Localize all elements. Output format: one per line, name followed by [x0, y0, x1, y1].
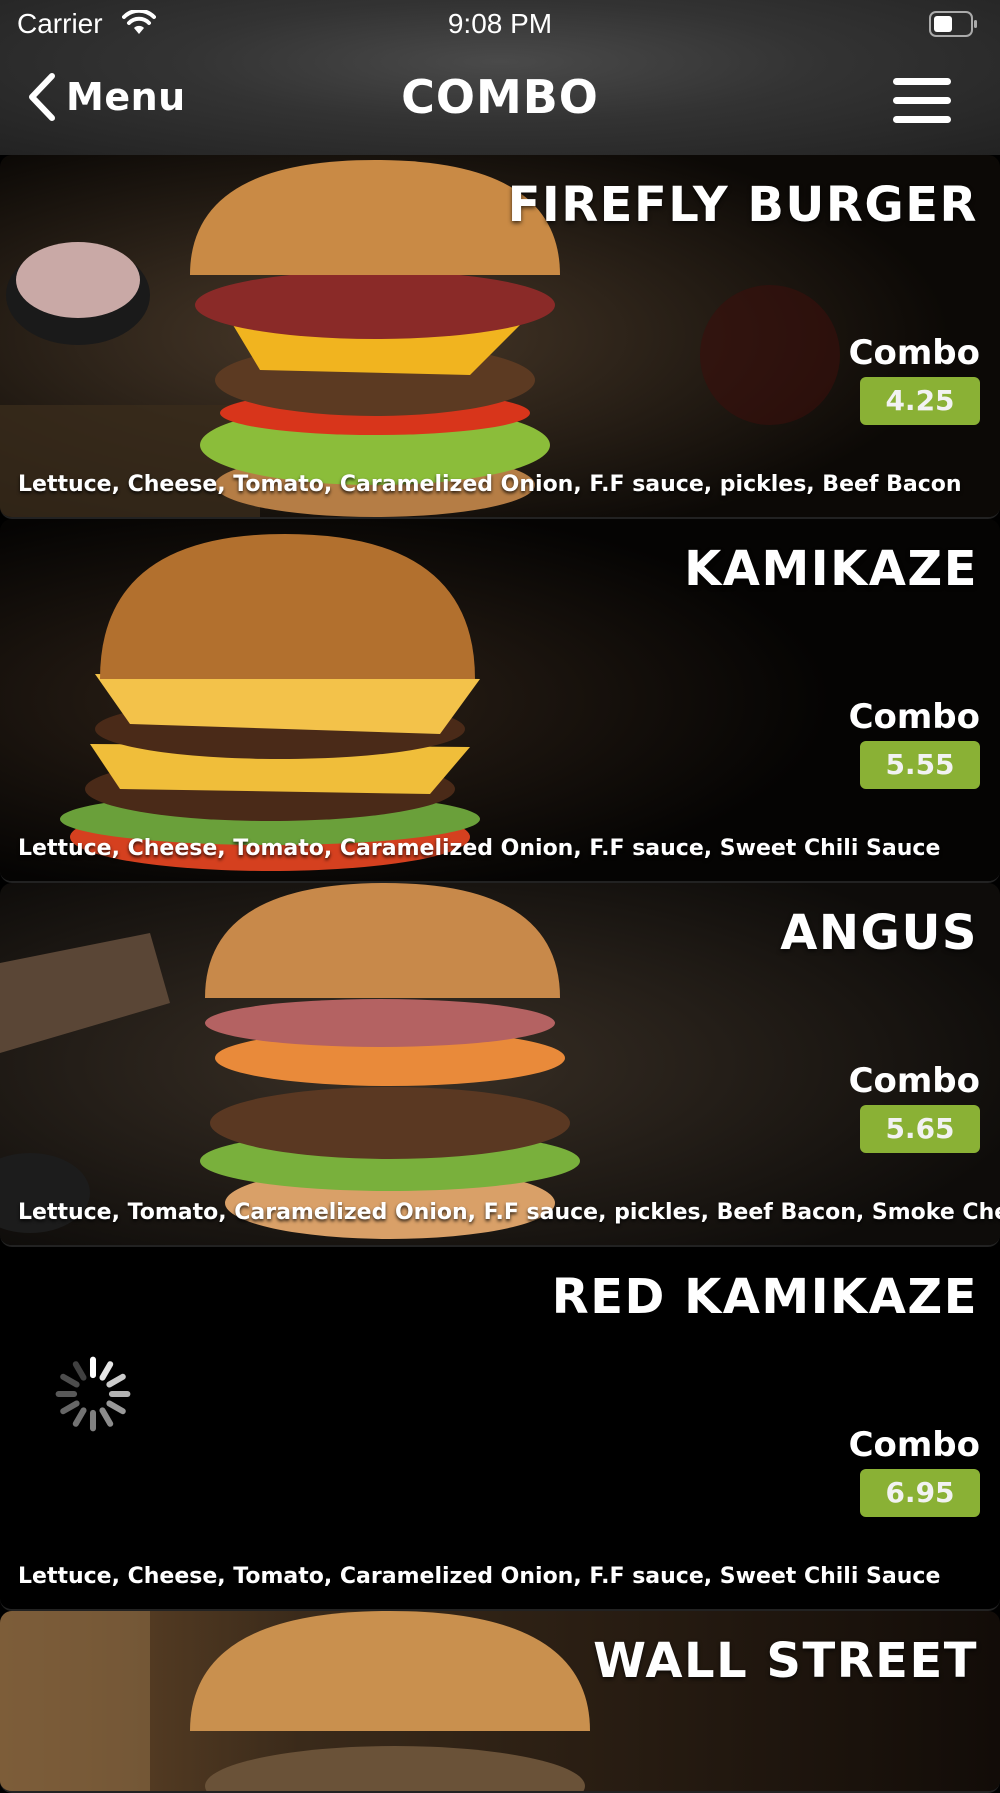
combo-label: Combo	[848, 697, 980, 737]
menu-item-card[interactable]: WALL STREET	[0, 1611, 1000, 1793]
status-bar: Carrier 9:08 PM	[0, 0, 1000, 50]
menu-item-card[interactable]: ANGUS Combo 5.65 Lettuce, Tomato, Carame…	[0, 883, 1000, 1247]
menu-list: FIREFLY BURGER Combo 4.25 Lettuce, Chees…	[0, 155, 1000, 1793]
menu-item-card[interactable]: FIREFLY BURGER Combo 4.25 Lettuce, Chees…	[0, 155, 1000, 519]
item-name: KAMIKAZE	[684, 541, 978, 597]
clock: 9:08 PM	[447, 8, 553, 39]
item-description: Lettuce, Cheese, Tomato, Caramelized Oni…	[18, 1564, 941, 1589]
top-bar: Carrier 9:08 PM Menu COMBO	[0, 0, 1000, 155]
menu-item-card[interactable]: KAMIKAZE Combo 5.55 Lettuce, Cheese, Tom…	[0, 519, 1000, 883]
menu-item-card[interactable]: RED KAMIKAZE Combo 6.95 Lettuce, Cheese,…	[0, 1247, 1000, 1611]
item-name: WALL STREET	[593, 1633, 978, 1689]
price-badge[interactable]: 4.25	[860, 377, 980, 425]
combo-label: Combo	[848, 1061, 980, 1101]
nav-bar: Menu COMBO	[0, 60, 1000, 140]
item-name: ANGUS	[780, 905, 978, 961]
price-badge[interactable]: 5.55	[860, 741, 980, 789]
item-description: Lettuce, Cheese, Tomato, Caramelized Oni…	[18, 836, 941, 861]
spinner-icon	[55, 1356, 131, 1432]
item-description: Lettuce, Tomato, Caramelized Onion, F.F …	[18, 1200, 1000, 1225]
combo-label: Combo	[848, 1425, 980, 1465]
page-title: COMBO	[401, 70, 599, 124]
battery-icon	[929, 11, 977, 37]
item-description: Lettuce, Cheese, Tomato, Caramelized Oni…	[18, 472, 962, 497]
price-badge[interactable]: 6.95	[860, 1469, 980, 1517]
combo-label: Combo	[848, 333, 980, 373]
price-badge[interactable]: 5.65	[860, 1105, 980, 1153]
item-name: RED KAMIKAZE	[551, 1269, 978, 1325]
hamburger-icon[interactable]	[893, 78, 951, 123]
item-name: FIREFLY BURGER	[507, 177, 978, 233]
